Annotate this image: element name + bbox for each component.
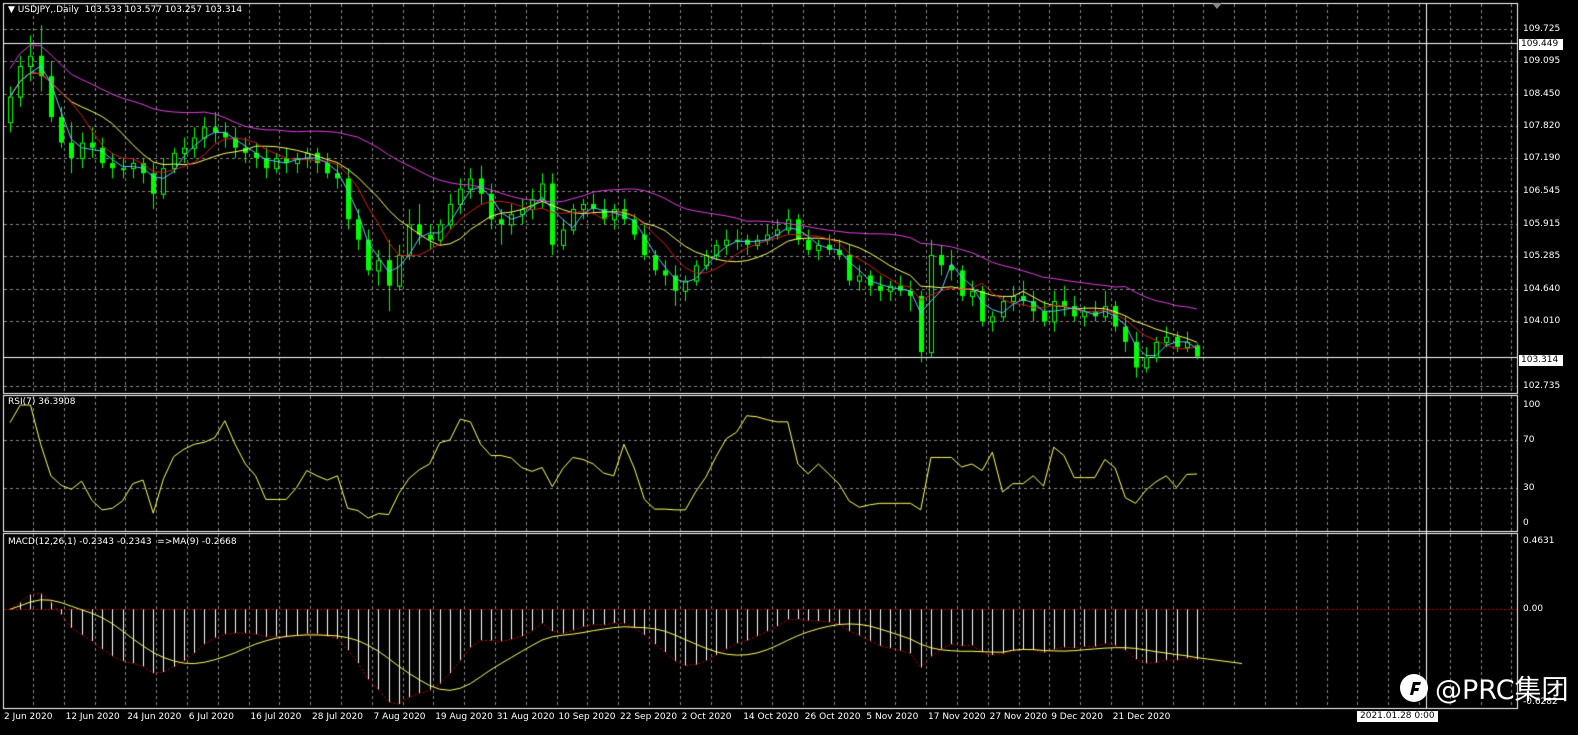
price-tick-label: 109.095 [1523,56,1561,67]
price-tick-label: 105.915 [1523,218,1561,229]
chart-title: ▼ USDJPY,.Daily 103.533 103.577 103.257 … [8,5,242,15]
macd-tick-label: 0.4631 [1523,536,1555,546]
time-tick-label: 31 Aug 2020 [496,712,555,722]
price-tick-label: 104.640 [1523,283,1561,294]
time-tick-label: 10 Sep 2020 [558,712,616,722]
watermark-text: @PRC集团 [1435,675,1569,706]
chart-canvas[interactable] [0,0,1578,735]
time-tick-label: 17 Nov 2020 [928,712,986,722]
time-tick-label: 14 Oct 2020 [743,712,799,722]
rsi-tick-label: 30 [1523,482,1535,493]
rsi-tick-label: 70 [1523,435,1535,446]
time-tick-label: 22 Sep 2020 [620,712,678,722]
price-tick-label: 107.820 [1523,121,1561,132]
price-tick-label: 102.735 [1523,381,1561,392]
current-price-box: 103.314 [1519,355,1563,366]
time-tick-label: 27 Nov 2020 [989,712,1048,722]
shift-marker-icon[interactable] [1212,3,1222,9]
price-tick-label: 109.725 [1523,23,1561,34]
price-tick-label: 104.010 [1523,315,1561,326]
time-tick-label: 21 Dec 2020 [1112,712,1171,722]
price-tick-label: 106.545 [1523,186,1561,197]
dropdown-arrow-icon[interactable]: ▼ [8,5,15,15]
price-tick-label: 108.450 [1523,89,1561,100]
rsi-title: RSI(7) 36.3908 [8,397,76,407]
price-tick-label: 107.190 [1523,153,1561,164]
cursor-time-box: 2021.01.28 0:00 [1357,711,1438,722]
time-tick-label: 2 Jun 2020 [4,712,53,722]
time-tick-label: 12 Jun 2020 [65,712,120,722]
time-tick-label: 24 Jun 2020 [127,712,182,722]
time-tick-label: 5 Nov 2020 [866,712,919,722]
time-tick-label: 6 Jul 2020 [188,712,235,722]
level-price-box: 109.449 [1519,39,1563,50]
macd-tick-label: 0.00 [1523,604,1544,615]
rsi-tick-label: 0 [1523,518,1529,528]
time-tick-label: 28 Jul 2020 [312,712,363,722]
time-tick-label: 9 Dec 2020 [1051,712,1103,722]
time-tick-label: 16 Jul 2020 [250,712,302,722]
price-tick-label: 105.285 [1523,250,1561,261]
macd-title: MACD(12,26,1) -0.2343 -0.2343 =>MA(9) -0… [8,537,237,547]
time-tick-label: 19 Aug 2020 [435,712,493,722]
time-tick-label: 2 Oct 2020 [681,712,732,722]
prc-logo-icon [1400,673,1428,702]
watermark: @PRC集团 [1399,668,1569,707]
symbol-label: USDJPY,.Daily 103.533 103.577 103.257 10… [17,5,243,15]
rsi-tick-label: 100 [1523,400,1541,410]
time-tick-label: 26 Oct 2020 [804,712,861,722]
time-tick-label: 7 Aug 2020 [373,712,426,722]
